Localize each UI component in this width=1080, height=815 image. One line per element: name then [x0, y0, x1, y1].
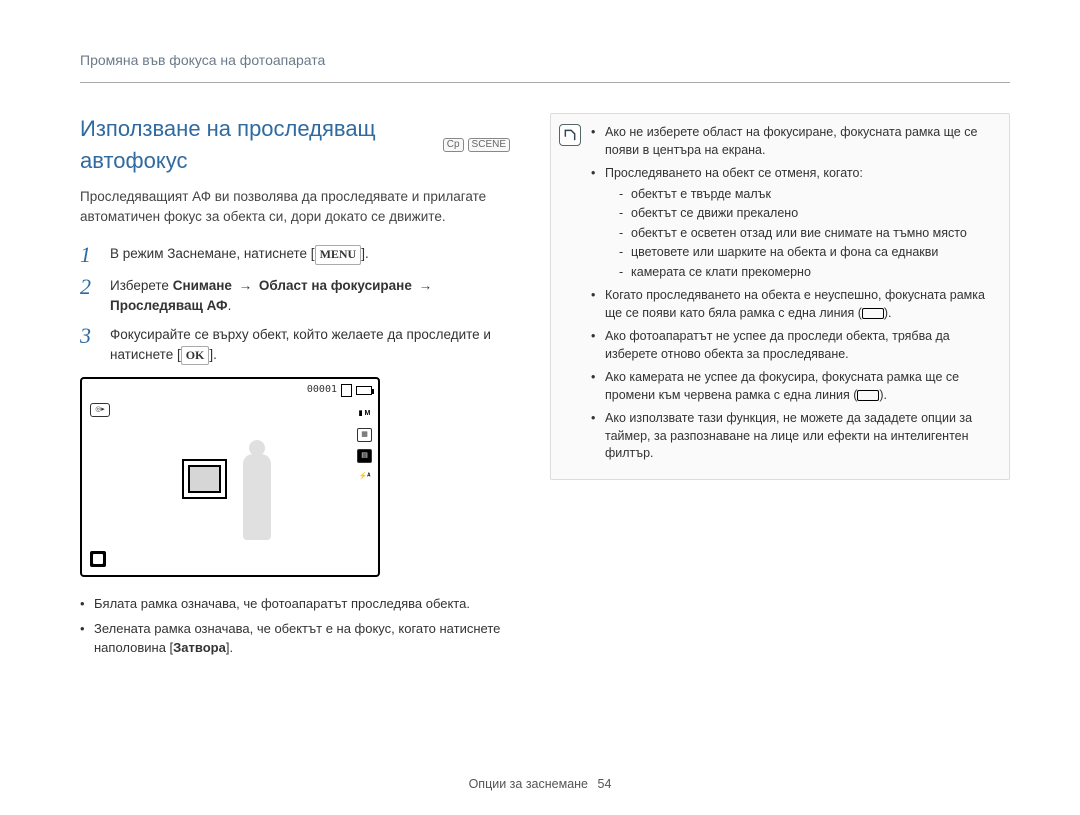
steps-list: 1 В режим Заснемане, натиснете [MENU]. 2…	[80, 244, 510, 365]
note-subitem: обектът се движи прекалено	[619, 205, 995, 223]
step2-b1: Снимане	[173, 278, 232, 293]
quality-icon: ▤	[357, 449, 372, 463]
menu-button-label: MENU	[315, 245, 362, 264]
step1-pre: В режим Заснемане, натиснете [	[110, 246, 315, 261]
note-item: Ако камерата не успее да фокусира, фокус…	[591, 369, 995, 404]
step2-post: .	[228, 298, 232, 313]
sd-card-icon	[341, 384, 352, 397]
legend-white: Бялата рамка означава, че фотоапаратът п…	[80, 595, 510, 614]
note-list: Ако не изберете област на фокусиране, фо…	[591, 124, 995, 463]
step-number: 1	[80, 244, 98, 266]
page-number: 54	[598, 777, 612, 791]
frame-legend: Бялата рамка означава, че фотоапаратът п…	[80, 595, 510, 658]
step-2: 2 Изберете Снимане → Област на фокусиран…	[80, 276, 510, 315]
step3-pre: Фокусирайте се върху обект, който желает…	[110, 327, 491, 362]
page-title: Използване на проследяващ автофокус Cp S…	[80, 113, 510, 177]
note-5-post: ).	[879, 388, 887, 402]
camera-display: 00001 ◎▸ ▮ M ▦ ▤ ⚡ᴬ	[80, 377, 380, 577]
note-item: Проследяването на обект се отменя, когат…	[591, 165, 995, 281]
white-frame-icon	[862, 308, 884, 319]
subject-silhouette	[237, 440, 277, 540]
note-subitem: цветовете или шарките на обекта и фона с…	[619, 244, 995, 262]
camera-mode-icon: ◎▸	[90, 403, 110, 417]
display-top-bar: 00001	[307, 383, 372, 398]
step-text: Изберете Снимане → Област на фокусиране …	[110, 276, 510, 315]
note-3-post: ).	[884, 306, 892, 320]
note-subitem: обектът е осветен отзад или вие снимате …	[619, 225, 995, 243]
note-5-pre: Ако камерата не успее да фокусира, фокус…	[605, 370, 959, 402]
mode-icon-scene: SCENE	[468, 138, 510, 152]
title-text: Използване на проследяващ автофокус	[80, 113, 433, 177]
flash-icon: ⚡ᴬ	[358, 470, 370, 484]
column-left: Използване на проследяващ автофокус Cp S…	[80, 113, 510, 664]
step2-b2: Област на фокусиране	[259, 278, 412, 293]
note-item: Ако не изберете област на фокусиране, фо…	[591, 124, 995, 159]
focus-frame	[182, 459, 227, 499]
step-3: 3 Фокусирайте се върху обект, който жела…	[80, 325, 510, 365]
column-right: Ако не изберете област на фокусиране, фо…	[550, 113, 1010, 664]
shot-counter: 00001	[307, 383, 337, 398]
ok-button-label: OK	[181, 346, 210, 365]
title-mode-icons: Cp SCENE	[443, 138, 510, 152]
step-text: В режим Заснемане, натиснете [MENU].	[110, 244, 369, 264]
arrow-icon: →	[419, 278, 433, 293]
note-item: Когато проследяването на обекта е неуспе…	[591, 287, 995, 322]
display-side-icons: ▮ M ▦ ▤ ⚡ᴬ	[357, 407, 372, 484]
breadcrumb: Промяна във фокуса на фотоапарата	[80, 50, 1010, 70]
step1-post: ].	[361, 246, 369, 261]
stabilizer-icon	[90, 551, 106, 567]
battery-icon	[356, 386, 372, 395]
step3-post: ].	[209, 347, 217, 362]
intro-paragraph: Проследяващият АФ ви позволява да просле…	[80, 187, 510, 226]
step-text: Фокусирайте се върху обект, който желает…	[110, 325, 510, 365]
note-icon	[559, 124, 581, 146]
step-number: 2	[80, 276, 98, 298]
note-cancel-intro: Проследяването на обект се отменя, когат…	[605, 166, 863, 180]
step2-b3: Проследяващ АФ	[110, 298, 228, 313]
shutter-label: Затвора	[173, 640, 226, 655]
size-icon: ▮ M	[359, 407, 371, 421]
note-subitem: камерата се клати прекомерно	[619, 264, 995, 282]
legend-green-pre: Зелената рамка означава, че обектът е на…	[94, 621, 500, 655]
step-1: 1 В режим Заснемане, натиснете [MENU].	[80, 244, 510, 266]
note-sublist: обектът е твърде малък обектът се движи …	[605, 186, 995, 282]
content-columns: Използване на проследяващ автофокус Cp S…	[80, 113, 1010, 664]
footer-label: Опции за заснемане	[469, 777, 588, 791]
legend-green: Зелената рамка означава, че обектът е на…	[80, 620, 510, 658]
page-footer: Опции за заснемане 54	[0, 775, 1080, 793]
arrow-icon: →	[239, 278, 253, 293]
step-number: 3	[80, 325, 98, 347]
note-box: Ако не изберете област на фокусиране, фо…	[550, 113, 1010, 480]
legend-green-post: ].	[226, 640, 233, 655]
mode-icon-program: Cp	[443, 138, 464, 152]
divider	[80, 82, 1010, 83]
red-frame-icon	[857, 390, 879, 401]
note-item: Ако използвате тази функция, не можете д…	[591, 410, 995, 463]
note-subitem: обектът е твърде малък	[619, 186, 995, 204]
step2-pre: Изберете	[110, 278, 173, 293]
note-3-pre: Когато проследяването на обекта е неуспе…	[605, 288, 985, 320]
note-item: Ако фотоапаратът не успее да проследи об…	[591, 328, 995, 363]
grid-icon: ▦	[357, 428, 372, 442]
